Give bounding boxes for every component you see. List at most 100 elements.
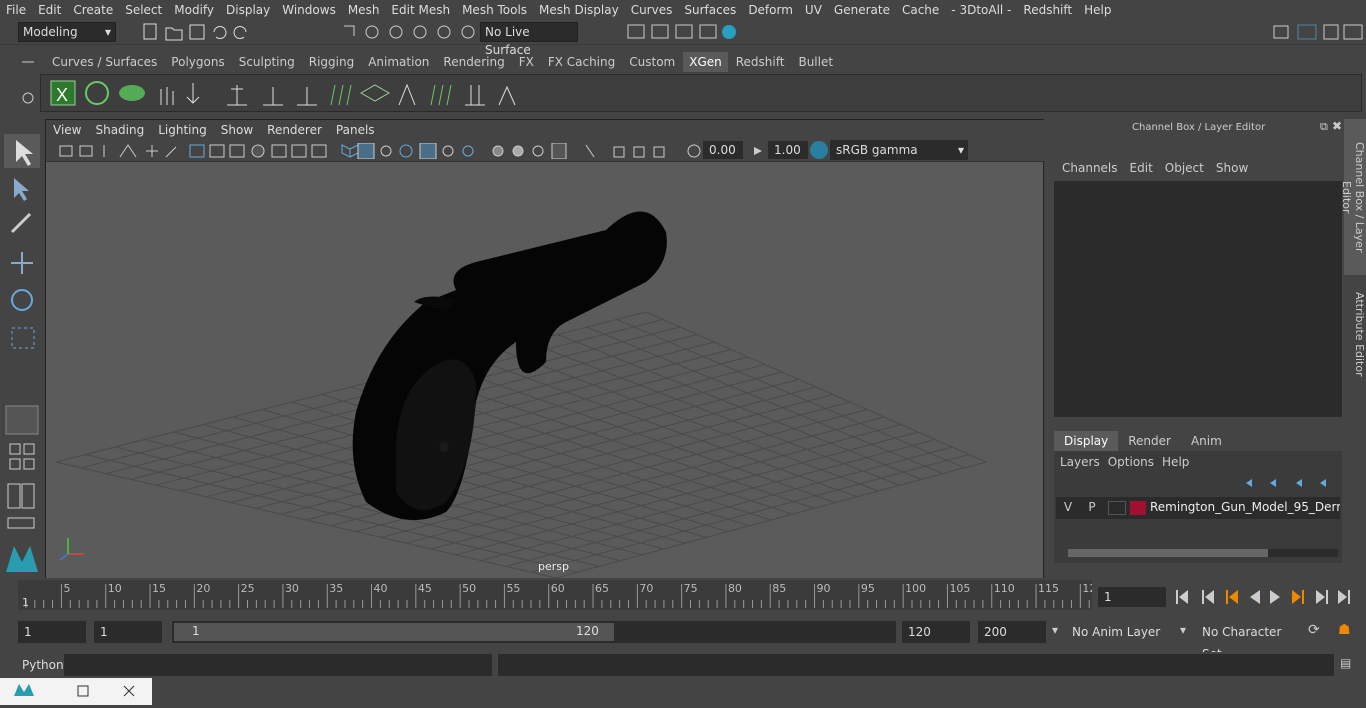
tab-attribute-editor[interactable]: Attribute Editor (1344, 279, 1366, 389)
menu-edit[interactable]: Edit (32, 3, 67, 17)
playback-controls[interactable] (1172, 586, 1362, 608)
layer-visibility-toggle[interactable]: V (1060, 500, 1076, 514)
current-frame-field[interactable]: 1 (1098, 587, 1166, 607)
layer-tab-render[interactable]: Render (1118, 431, 1181, 451)
menu-cache[interactable]: Cache (896, 3, 945, 17)
menu-generate[interactable]: Generate (828, 3, 896, 17)
menu-mesh[interactable]: Mesh (342, 3, 386, 17)
shelf-tab-fx[interactable]: FX (513, 52, 540, 72)
channel-menu-object[interactable]: Object (1159, 161, 1210, 175)
layer-scrollbar[interactable] (1068, 549, 1338, 557)
anim-prefs-icon[interactable]: ⟳ (1308, 622, 1320, 638)
gamma-field[interactable]: 1.00 (768, 141, 808, 159)
menu-help[interactable]: Help (1078, 3, 1117, 17)
live-surface-field[interactable]: No Live Surface (480, 22, 578, 57)
menu-edit-mesh[interactable]: Edit Mesh (385, 3, 456, 17)
shelf-tab-polygons[interactable]: Polygons (165, 52, 230, 72)
open-scene-icon (165, 27, 183, 41)
playback-start-field[interactable]: 1 (94, 621, 162, 643)
anim-layer-dropdown[interactable]: No Anim Layer (1066, 621, 1174, 643)
shelf-tab-sculpting[interactable]: Sculpting (233, 52, 301, 72)
layer-type-toggle[interactable] (1108, 501, 1126, 515)
xgen-place-icon (186, 83, 200, 104)
chevron-down-icon[interactable]: ▾ (1180, 623, 1186, 637)
color-space-dropdown[interactable]: sRGB gamma ▾ (830, 140, 968, 160)
menu-curves[interactable]: Curves (625, 3, 679, 17)
field-chart-icon (271, 144, 287, 158)
shelf-tab-xgen[interactable]: XGen (683, 52, 728, 72)
layer-tab-display[interactable]: Display (1054, 431, 1119, 451)
mode-selector[interactable]: Modeling ▾ (18, 22, 116, 42)
viewport-tool-icons[interactable] (56, 143, 696, 159)
close-icon[interactable]: ✖ (1332, 119, 1342, 133)
menu-windows[interactable]: Windows (276, 3, 342, 17)
character-set-dropdown[interactable]: No Character Set (1196, 621, 1300, 661)
channel-menu-edit[interactable]: Edit (1124, 161, 1159, 175)
menu-redshift[interactable]: Redshift (1017, 3, 1078, 17)
layer-tools[interactable] (1240, 475, 1340, 491)
shelf-tab-rigging[interactable]: Rigging (303, 52, 360, 72)
channel-menu-show[interactable]: Show (1210, 161, 1254, 175)
channel-menu-channels[interactable]: Channels (1056, 161, 1124, 175)
menu-file[interactable]: File (0, 3, 32, 17)
start-frame-field[interactable]: 1 (18, 621, 86, 643)
layer-menu-options[interactable]: Options (1108, 455, 1162, 469)
script-language-label[interactable]: Python (22, 658, 64, 672)
menu-3dtoall[interactable]: - 3DtoAll - (945, 3, 1017, 17)
gamma-icon[interactable] (750, 143, 766, 159)
layer-tab-anim[interactable]: Anim (1181, 431, 1232, 451)
float-icon[interactable]: ⧉ (1320, 120, 1328, 134)
viewport-menu-lighting[interactable]: Lighting (151, 123, 214, 137)
viewport-menu-shading[interactable]: Shading (88, 123, 151, 137)
shelf-options[interactable] (18, 54, 38, 114)
menu-surfaces[interactable]: Surfaces (678, 3, 742, 17)
shelf-tab-redshift[interactable]: Redshift (730, 52, 791, 72)
menu-create[interactable]: Create (67, 3, 119, 17)
shelf-tab-fx-caching[interactable]: FX Caching (542, 52, 621, 72)
layer-menu-layers[interactable]: Layers (1060, 455, 1108, 469)
tab-channel-box[interactable]: Channel Box / Layer Editor (1340, 119, 1366, 275)
file-tools[interactable] (140, 22, 260, 42)
range-slider-bar[interactable] (174, 623, 614, 641)
exposure-icon[interactable] (686, 143, 702, 159)
snap-tools[interactable] (340, 22, 480, 42)
exposure-field[interactable]: 0.00 (703, 141, 743, 159)
shelf-tab-curves-surfaces[interactable]: Curves / Surfaces (46, 52, 163, 72)
xgen-tools[interactable]: X (41, 75, 521, 111)
menu-select[interactable]: Select (119, 3, 168, 17)
range-slider[interactable]: 1 120 (172, 621, 896, 643)
layer-name[interactable]: Remington_Gun_Model_95_Derringe (1150, 500, 1340, 514)
shelf-tab-bullet[interactable]: Bullet (792, 52, 839, 72)
color-management-icon[interactable] (810, 141, 828, 159)
shelf-tab-animation[interactable]: Animation (362, 52, 435, 72)
tool-icons[interactable] (0, 118, 44, 578)
time-slider[interactable]: 5 10 15 20 25 30 35 40 45 50 55 60 65 70 75 80 85 90 95 100… (18, 580, 1096, 610)
viewport-menu-renderer[interactable]: Renderer (260, 123, 329, 137)
menu-mesh-display[interactable]: Mesh Display (533, 3, 625, 17)
menu-modify[interactable]: Modify (168, 3, 220, 17)
menu-uv[interactable]: UV (799, 3, 828, 17)
channel-list[interactable] (1054, 181, 1342, 417)
viewport-scene[interactable]: persp (46, 162, 1043, 579)
window-buttons[interactable] (0, 678, 152, 705)
menu-display[interactable]: Display (220, 3, 276, 17)
viewport-menu-show[interactable]: Show (214, 123, 260, 137)
menu-deform[interactable]: Deform (742, 3, 799, 17)
layer-playback-toggle[interactable]: P (1084, 500, 1100, 514)
command-input[interactable] (64, 654, 492, 676)
script-editor-icon[interactable]: ▤ (1340, 656, 1351, 670)
playback-end-field[interactable]: 120 (902, 621, 970, 643)
layer-menu-help[interactable]: Help (1162, 455, 1197, 469)
layer-color-swatch[interactable] (1130, 501, 1146, 515)
workspace-tools[interactable] (1270, 22, 1366, 42)
shelf-tab-rendering[interactable]: Rendering (437, 52, 510, 72)
viewport-menu-view[interactable]: View (46, 123, 88, 137)
end-frame-field[interactable]: 200 (978, 621, 1046, 643)
render-tools[interactable] (624, 22, 744, 42)
shelf-tab-custom[interactable]: Custom (623, 52, 681, 72)
layer-row[interactable]: V P Remington_Gun_Model_95_Derringe (1056, 497, 1340, 519)
chevron-down-icon[interactable]: ▾ (1052, 623, 1058, 637)
menu-mesh-tools[interactable]: Mesh Tools (456, 3, 533, 17)
character-icon[interactable]: ☗ (1338, 622, 1351, 638)
viewport-menu-panels[interactable]: Panels (329, 123, 382, 137)
